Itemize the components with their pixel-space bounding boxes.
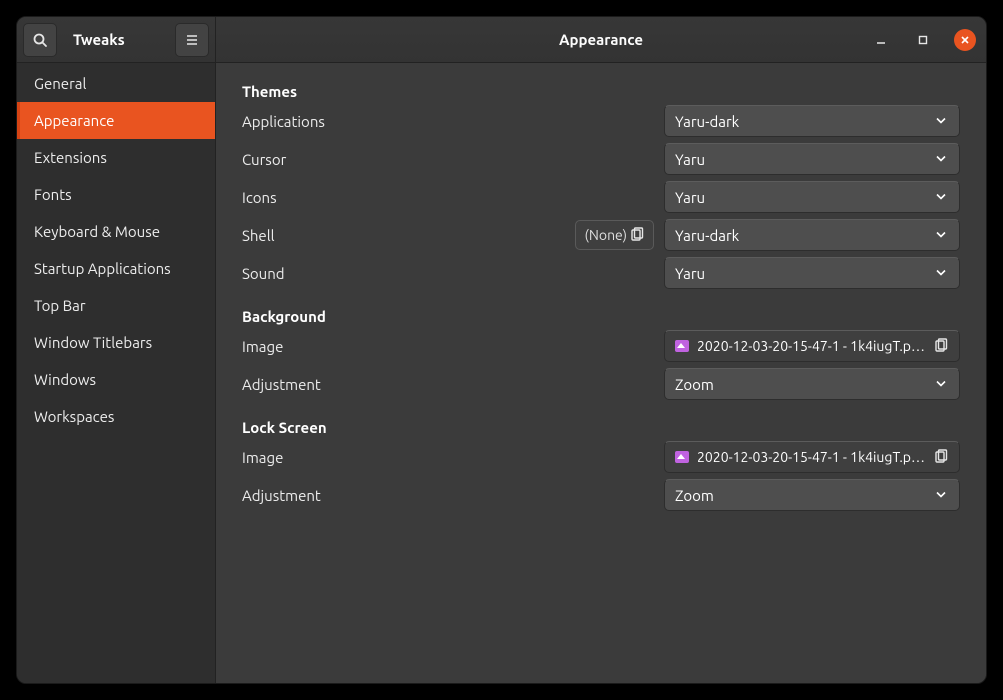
cursor-value: Yaru <box>675 151 705 168</box>
search-icon <box>32 32 48 48</box>
icons-value: Yaru <box>675 189 705 206</box>
menu-icon <box>184 32 200 48</box>
background-adjustment-row: Adjustment Zoom <box>242 365 960 403</box>
sidebar-item-fonts[interactable]: Fonts <box>17 176 215 213</box>
copy-icon <box>629 227 645 243</box>
applications-value: Yaru-dark <box>675 113 739 130</box>
sidebar-item-general[interactable]: General <box>17 65 215 102</box>
themes-section-title: Themes <box>242 83 960 100</box>
sidebar-item-workspaces[interactable]: Workspaces <box>17 398 215 435</box>
copy-icon <box>933 449 949 465</box>
image-icon <box>675 451 689 463</box>
applications-dropdown[interactable]: Yaru-dark <box>664 105 960 137</box>
shell-label: Shell <box>242 227 565 244</box>
chevron-down-icon <box>935 151 947 168</box>
background-image-picker[interactable]: 2020-12-03-20-15-47-1 - 1k4iugT.png <box>664 330 960 362</box>
background-adjustment-dropdown[interactable]: Zoom <box>664 368 960 400</box>
shell-aux-button[interactable]: (None) <box>575 220 654 250</box>
sidebar-item-extensions[interactable]: Extensions <box>17 139 215 176</box>
content-area: Themes Applications Yaru-dark Cursor Yar… <box>216 63 986 683</box>
chevron-down-icon <box>935 227 947 244</box>
minimize-button[interactable] <box>870 29 892 51</box>
lockscreen-image-value: 2020-12-03-20-15-47-1 - 1k4iugT.png <box>697 449 925 465</box>
cursor-label: Cursor <box>242 151 654 168</box>
background-image-label: Image <box>242 338 654 355</box>
close-icon <box>960 35 970 45</box>
shell-dropdown[interactable]: Yaru-dark <box>664 219 960 251</box>
lockscreen-adjustment-value: Zoom <box>675 487 714 504</box>
lockscreen-image-picker[interactable]: 2020-12-03-20-15-47-1 - 1k4iugT.png <box>664 441 960 473</box>
sidebar-item-keyboard-mouse[interactable]: Keyboard & Mouse <box>17 213 215 250</box>
sidebar-item-top-bar[interactable]: Top Bar <box>17 287 215 324</box>
image-icon <box>675 340 689 352</box>
maximize-icon <box>918 35 928 45</box>
app-title: Tweaks <box>63 31 169 48</box>
background-section-title: Background <box>242 308 960 325</box>
window-controls <box>870 17 976 63</box>
shell-aux-label: (None) <box>584 227 627 243</box>
themes-cursor-row: Cursor Yaru <box>242 140 960 178</box>
lockscreen-image-label: Image <box>242 449 654 466</box>
lockscreen-adjustment-dropdown[interactable]: Zoom <box>664 479 960 511</box>
sound-label: Sound <box>242 265 654 282</box>
chevron-down-icon <box>935 487 947 504</box>
sidebar-item-window-titlebars[interactable]: Window Titlebars <box>17 324 215 361</box>
applications-label: Applications <box>242 113 654 130</box>
themes-icons-row: Icons Yaru <box>242 178 960 216</box>
sidebar-item-startup-applications[interactable]: Startup Applications <box>17 250 215 287</box>
sound-value: Yaru <box>675 265 705 282</box>
themes-applications-row: Applications Yaru-dark <box>242 102 960 140</box>
maximize-button[interactable] <box>912 29 934 51</box>
chevron-down-icon <box>935 265 947 282</box>
tweaks-window: Tweaks Appearance General Appea <box>16 16 987 684</box>
search-button[interactable] <box>23 23 57 57</box>
titlebar-right: Appearance <box>216 17 986 62</box>
minimize-icon <box>876 35 886 45</box>
chevron-down-icon <box>935 189 947 206</box>
body: General Appearance Extensions Fonts Keyb… <box>17 63 986 683</box>
sidebar: General Appearance Extensions Fonts Keyb… <box>17 63 216 683</box>
background-image-value: 2020-12-03-20-15-47-1 - 1k4iugT.png <box>697 338 925 354</box>
sidebar-item-appearance[interactable]: Appearance <box>17 102 215 139</box>
chevron-down-icon <box>935 113 947 130</box>
cursor-dropdown[interactable]: Yaru <box>664 143 960 175</box>
background-adjustment-value: Zoom <box>675 376 714 393</box>
themes-sound-row: Sound Yaru <box>242 254 960 292</box>
lockscreen-adjustment-row: Adjustment Zoom <box>242 476 960 514</box>
titlebar: Tweaks Appearance <box>17 17 986 63</box>
copy-icon <box>933 338 949 354</box>
chevron-down-icon <box>935 376 947 393</box>
icons-label: Icons <box>242 189 654 206</box>
icons-dropdown[interactable]: Yaru <box>664 181 960 213</box>
close-button[interactable] <box>954 29 976 51</box>
hamburger-button[interactable] <box>175 23 209 57</box>
background-image-row: Image 2020-12-03-20-15-47-1 - 1k4iugT.pn… <box>242 327 960 365</box>
shell-value: Yaru-dark <box>675 227 739 244</box>
sidebar-item-windows[interactable]: Windows <box>17 361 215 398</box>
themes-shell-row: Shell (None) Yaru-dark <box>242 216 960 254</box>
lockscreen-section-title: Lock Screen <box>242 419 960 436</box>
lockscreen-image-row: Image 2020-12-03-20-15-47-1 - 1k4iugT.pn… <box>242 438 960 476</box>
background-adjustment-label: Adjustment <box>242 376 654 393</box>
lockscreen-adjustment-label: Adjustment <box>242 487 654 504</box>
titlebar-left: Tweaks <box>17 17 216 62</box>
sound-dropdown[interactable]: Yaru <box>664 257 960 289</box>
